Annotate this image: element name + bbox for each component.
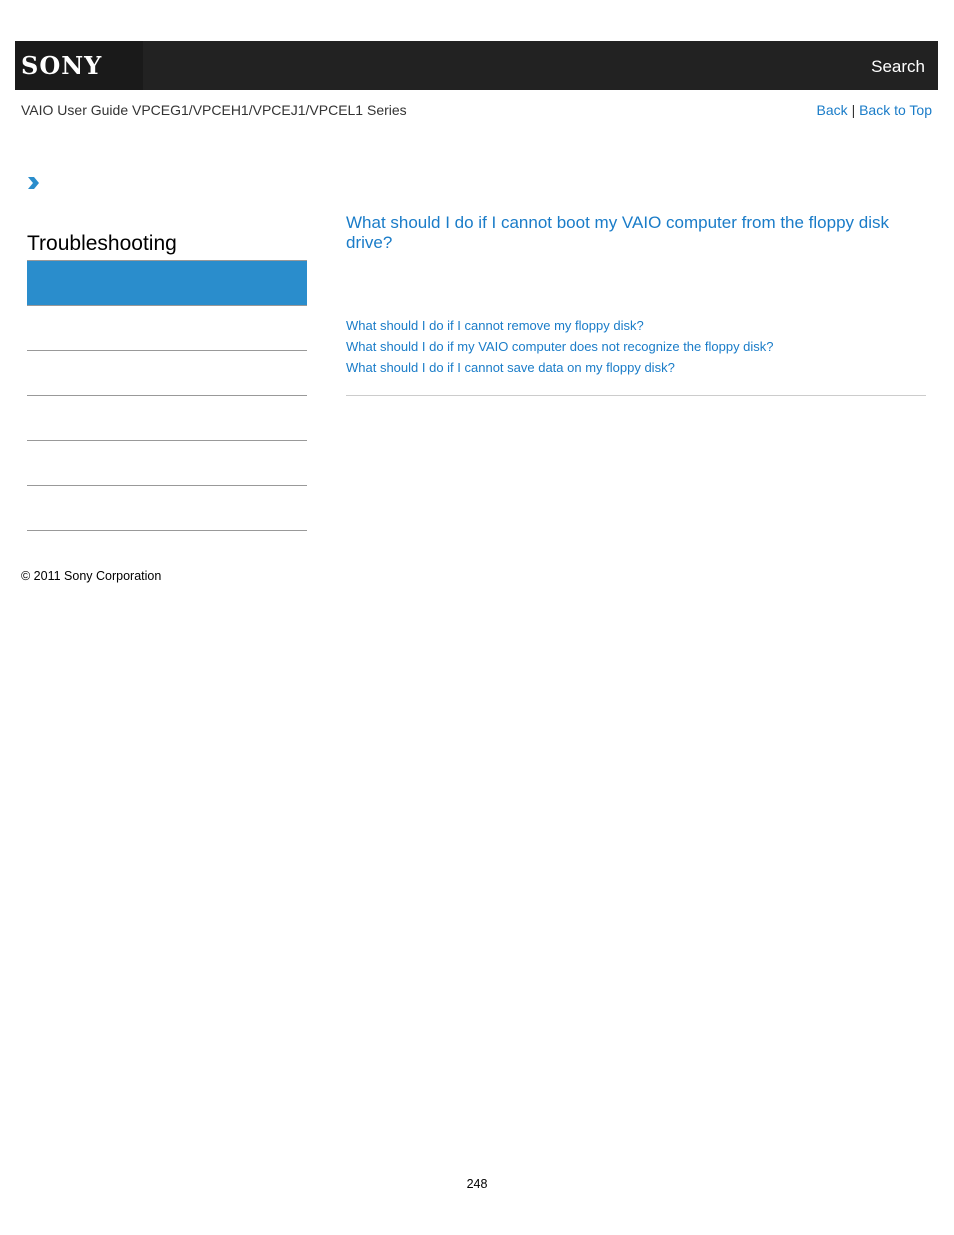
related-link[interactable]: What should I do if my VAIO computer doe… [346, 336, 774, 357]
link-separator: | [851, 102, 856, 118]
copyright: © 2011 Sony Corporation [21, 569, 162, 583]
sidebar-item[interactable] [27, 441, 307, 486]
main-topic-link[interactable]: What should I do if I cannot boot my VAI… [346, 213, 906, 253]
related-link[interactable]: What should I do if I cannot save data o… [346, 357, 774, 378]
related-link[interactable]: What should I do if I cannot remove my f… [346, 315, 774, 336]
logo-text: SONY [21, 51, 103, 80]
header-bar: SONY Search [15, 41, 938, 90]
guide-title: VAIO User Guide VPCEG1/VPCEH1/VPCEJ1/VPC… [21, 102, 407, 118]
sidebar-item-active[interactable] [27, 260, 307, 306]
back-to-top-link[interactable]: Back to Top [859, 102, 932, 118]
sidebar-item[interactable] [27, 351, 307, 396]
chevron-right-icon[interactable] [26, 176, 40, 190]
back-link[interactable]: Back [817, 102, 848, 118]
sidebar-title: Troubleshooting [27, 232, 177, 255]
content-divider [346, 395, 926, 396]
search-link[interactable]: Search [871, 57, 925, 77]
sidebar-menu [27, 260, 307, 531]
sidebar-item[interactable] [27, 486, 307, 531]
page-number: 248 [466, 1177, 488, 1191]
top-nav-links: Back | Back to Top [817, 102, 932, 118]
sidebar-item[interactable] [27, 396, 307, 441]
related-links: What should I do if I cannot remove my f… [346, 315, 774, 378]
sidebar-item[interactable] [27, 306, 307, 351]
sony-logo[interactable]: SONY [15, 41, 143, 90]
